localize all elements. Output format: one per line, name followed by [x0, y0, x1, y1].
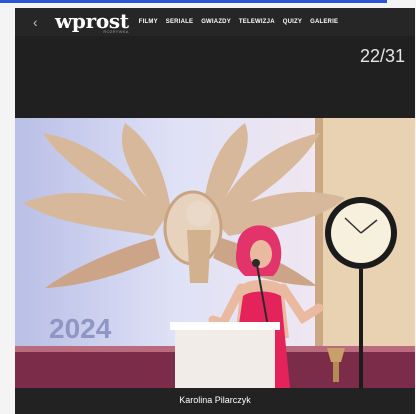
photo-year-text: 2024 — [49, 313, 112, 344]
photo-caption: Karolina Pilarczyk — [179, 395, 251, 405]
podium — [175, 326, 275, 388]
logo-subtitle: ROZRYWKA — [103, 28, 129, 34]
menu-item-telewizja[interactable]: TELEWIZJA — [239, 19, 275, 25]
menu-item-quizy[interactable]: QUIZY — [283, 19, 302, 25]
menu-item-filmy[interactable]: FILMY — [139, 19, 158, 25]
gallery-counter: 22/31 — [359, 46, 405, 66]
microphone-head — [252, 259, 260, 267]
menu-item-seriale[interactable]: SERIALE — [166, 19, 193, 25]
browser-link-underline — [0, 0, 387, 3]
site-logo[interactable]: wprost ROZRYWKA — [55, 11, 129, 34]
caption-bar: Karolina Pilarczyk — [15, 388, 415, 414]
gallery-header-area: 22/31 — [15, 36, 415, 118]
site-navbar: ‹ wprost ROZRYWKA FILMY SERIALE GWIAZDY … — [15, 8, 415, 36]
angel-statue-head — [186, 201, 212, 227]
gallery-photo[interactable]: 2024 — [15, 118, 415, 388]
back-chevron-icon[interactable]: ‹ — [33, 15, 51, 29]
main-menu: FILMY SERIALE GWIAZDY TELEWIZJA QUIZY GA… — [139, 19, 338, 25]
podium-top — [170, 322, 280, 330]
photo-illustration: 2024 — [15, 118, 415, 388]
logo-wordmark: wprost — [55, 8, 129, 33]
angel-statue-body — [187, 230, 211, 283]
menu-item-galerie[interactable]: GALERIE — [310, 19, 338, 25]
menu-item-gwiazdy[interactable]: GWIAZDY — [201, 19, 231, 25]
